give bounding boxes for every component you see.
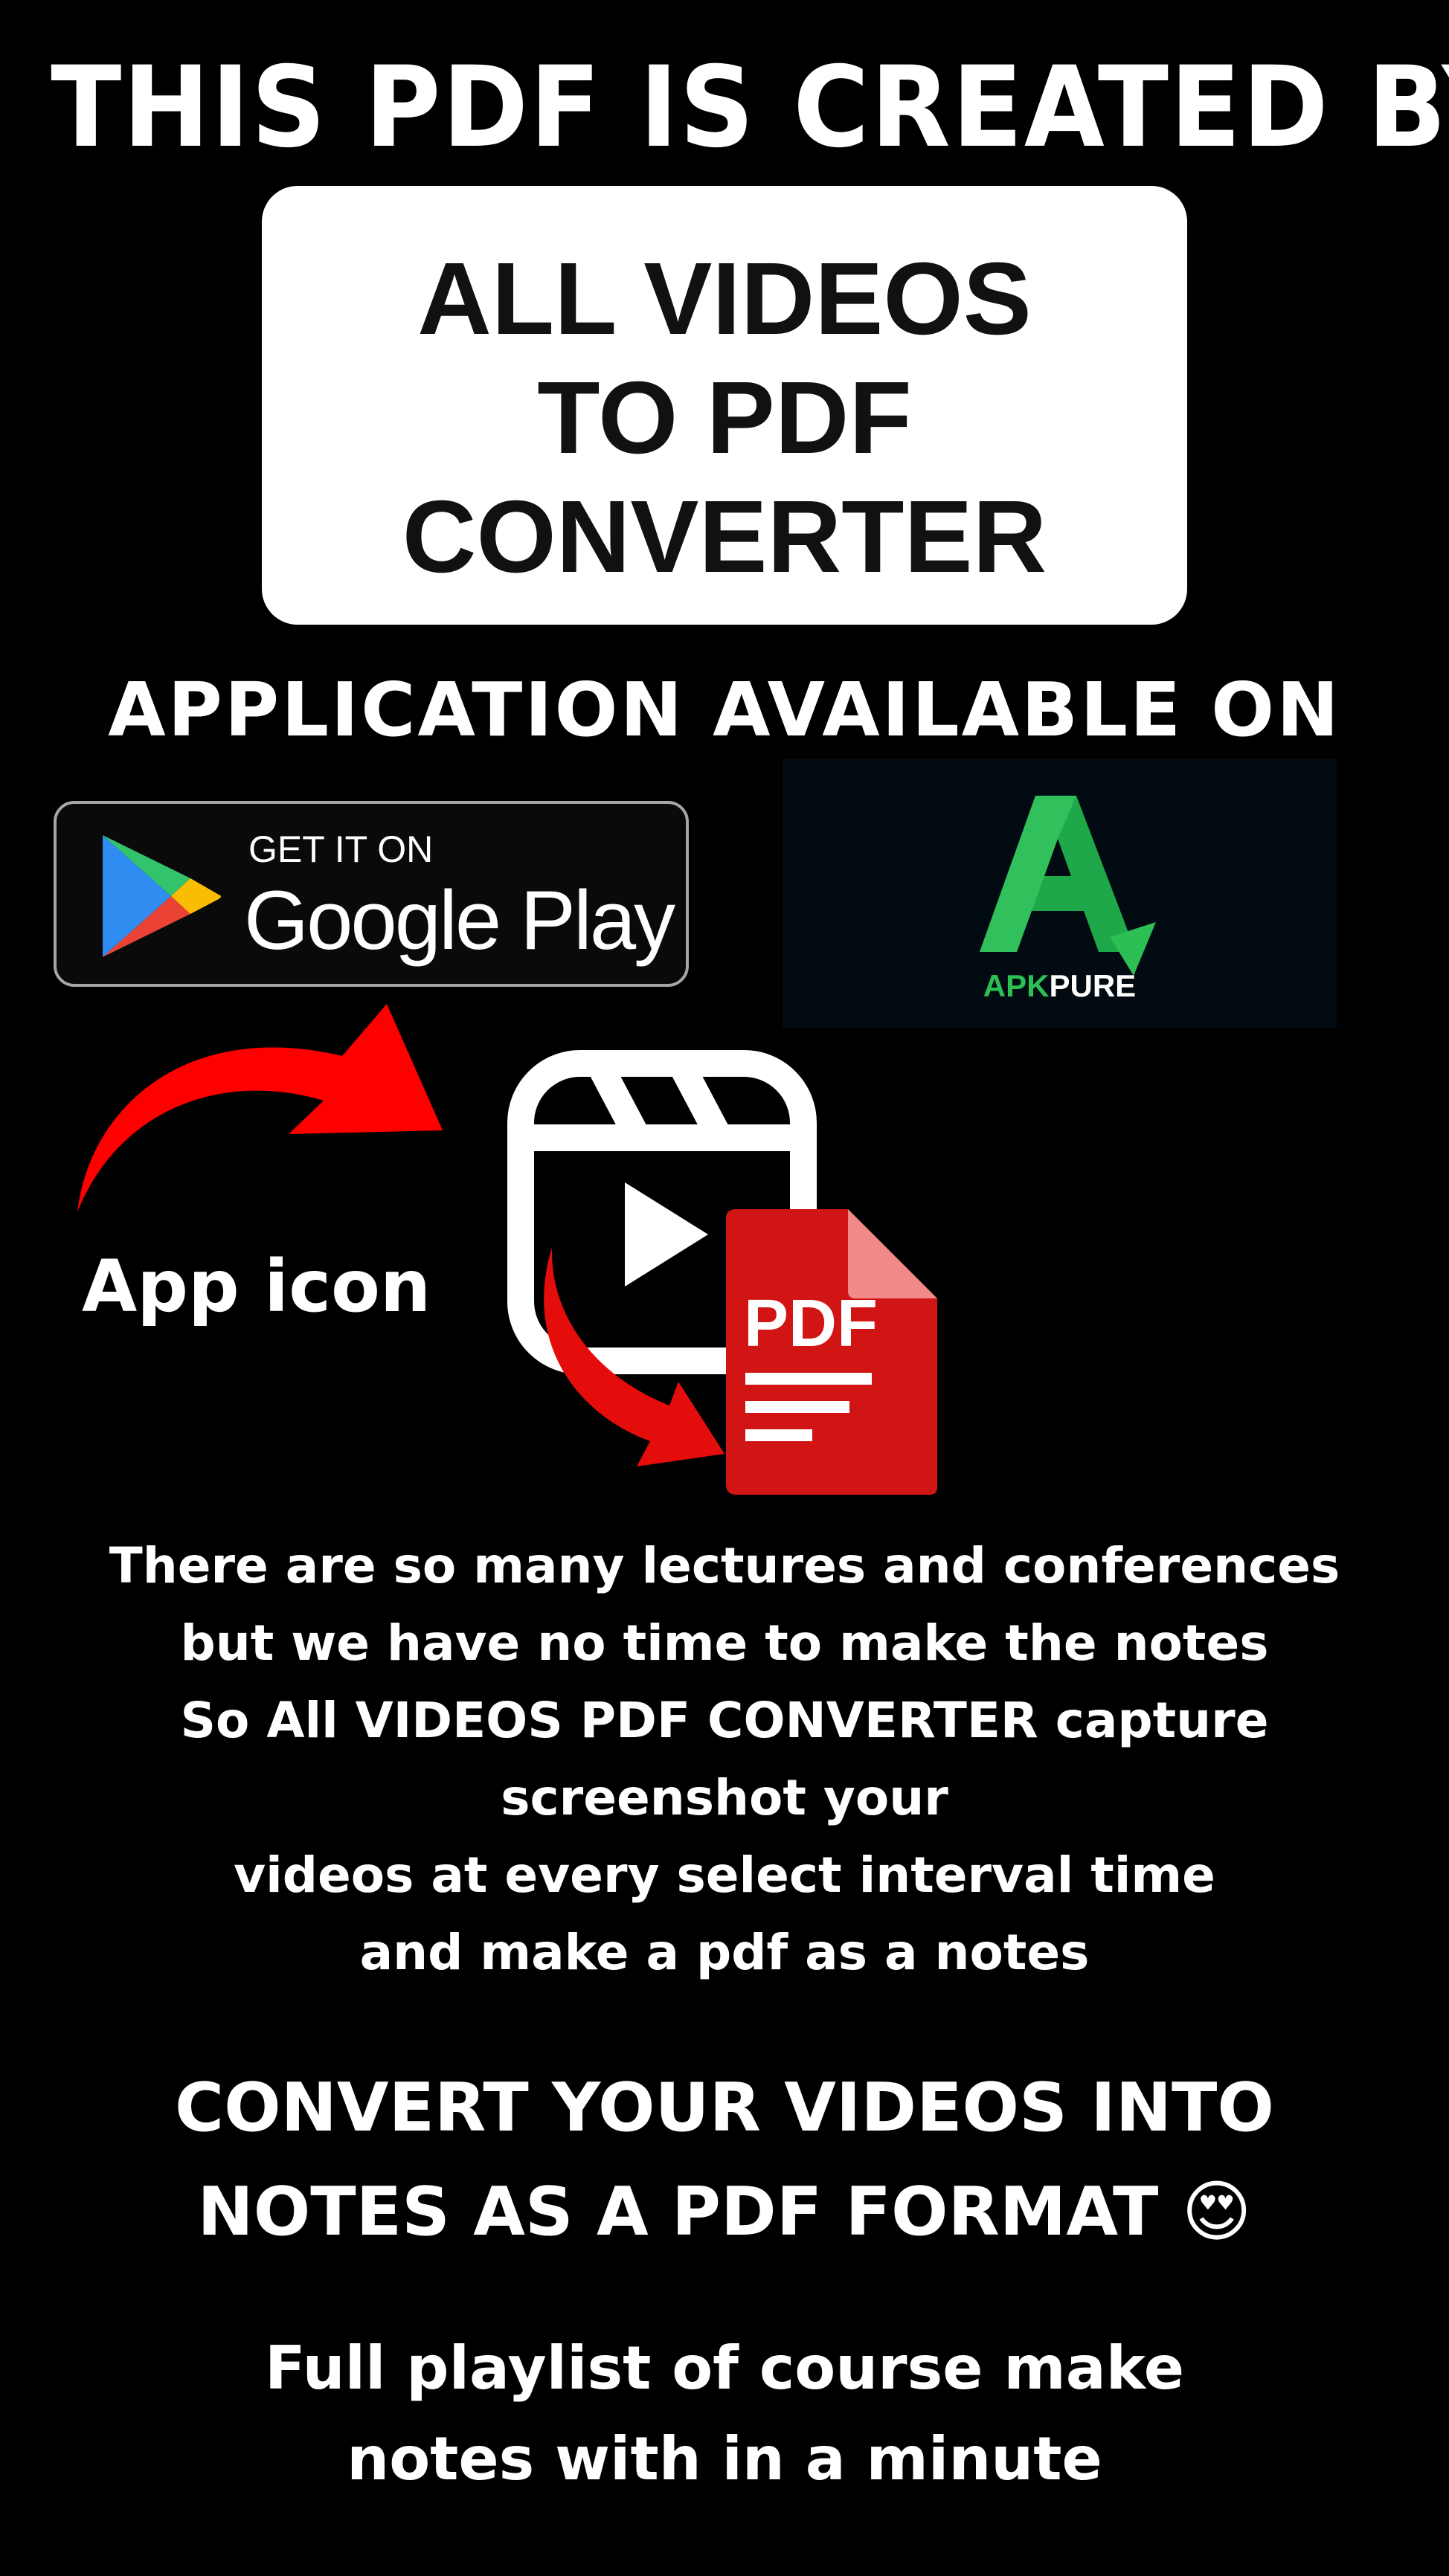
brand-line-2: TO PDF — [537, 361, 912, 475]
brand-line-1: ALL VIDEOS — [417, 242, 1032, 356]
description-line-6: and make a pdf as a notes — [359, 1924, 1090, 1981]
availability-heading: APPLICATION AVAILABLE ON — [108, 666, 1341, 753]
app-icon: PDF — [507, 1050, 937, 1495]
tagline-line-2: NOTES AS A PDF FORMAT 😍 — [197, 2173, 1252, 2251]
google-play-get-it-on: GET IT ON — [248, 828, 434, 870]
google-play-name: Google Play — [244, 874, 675, 967]
headline: THIS PDF IS CREATED BY — [51, 43, 1449, 173]
brand-line-3: CONVERTER — [402, 480, 1047, 594]
pdf-badge-text: PDF — [744, 1287, 878, 1361]
apkpure-wordmark: APKPURE — [783, 968, 1337, 1004]
footer-line-2: notes with in a minute — [347, 2424, 1102, 2493]
brand-box: ALL VIDEOS TO PDF CONVERTER — [262, 186, 1187, 625]
google-play-badge[interactable]: GET IT ON Google Play — [54, 801, 689, 987]
apkpure-prefix: APK — [983, 968, 1050, 1003]
description-line-5: videos at every select interval time — [234, 1846, 1215, 1904]
curved-arrow-icon — [77, 1004, 443, 1212]
description-line-2: but we have no time to make the notes — [180, 1614, 1269, 1672]
apkpure-badge[interactable]: APKPURE — [783, 759, 1337, 1028]
description-line-1: There are so many lectures and conferenc… — [109, 1537, 1340, 1594]
description-line-4: screenshot your — [501, 1769, 948, 1826]
description-line-3: So All VIDEOS PDF CONVERTER capture — [180, 1692, 1269, 1749]
google-play-icon — [103, 835, 221, 957]
pdf-document-icon: PDF — [726, 1209, 937, 1495]
app-icon-label: App icon — [82, 1245, 431, 1328]
tagline-line-1: CONVERT YOUR VIDEOS INTO — [175, 2069, 1274, 2147]
apkpure-suffix: PURE — [1049, 968, 1137, 1003]
apkpure-logo-icon — [980, 796, 1156, 976]
footer-line-1: Full playlist of course make — [264, 2334, 1184, 2403]
